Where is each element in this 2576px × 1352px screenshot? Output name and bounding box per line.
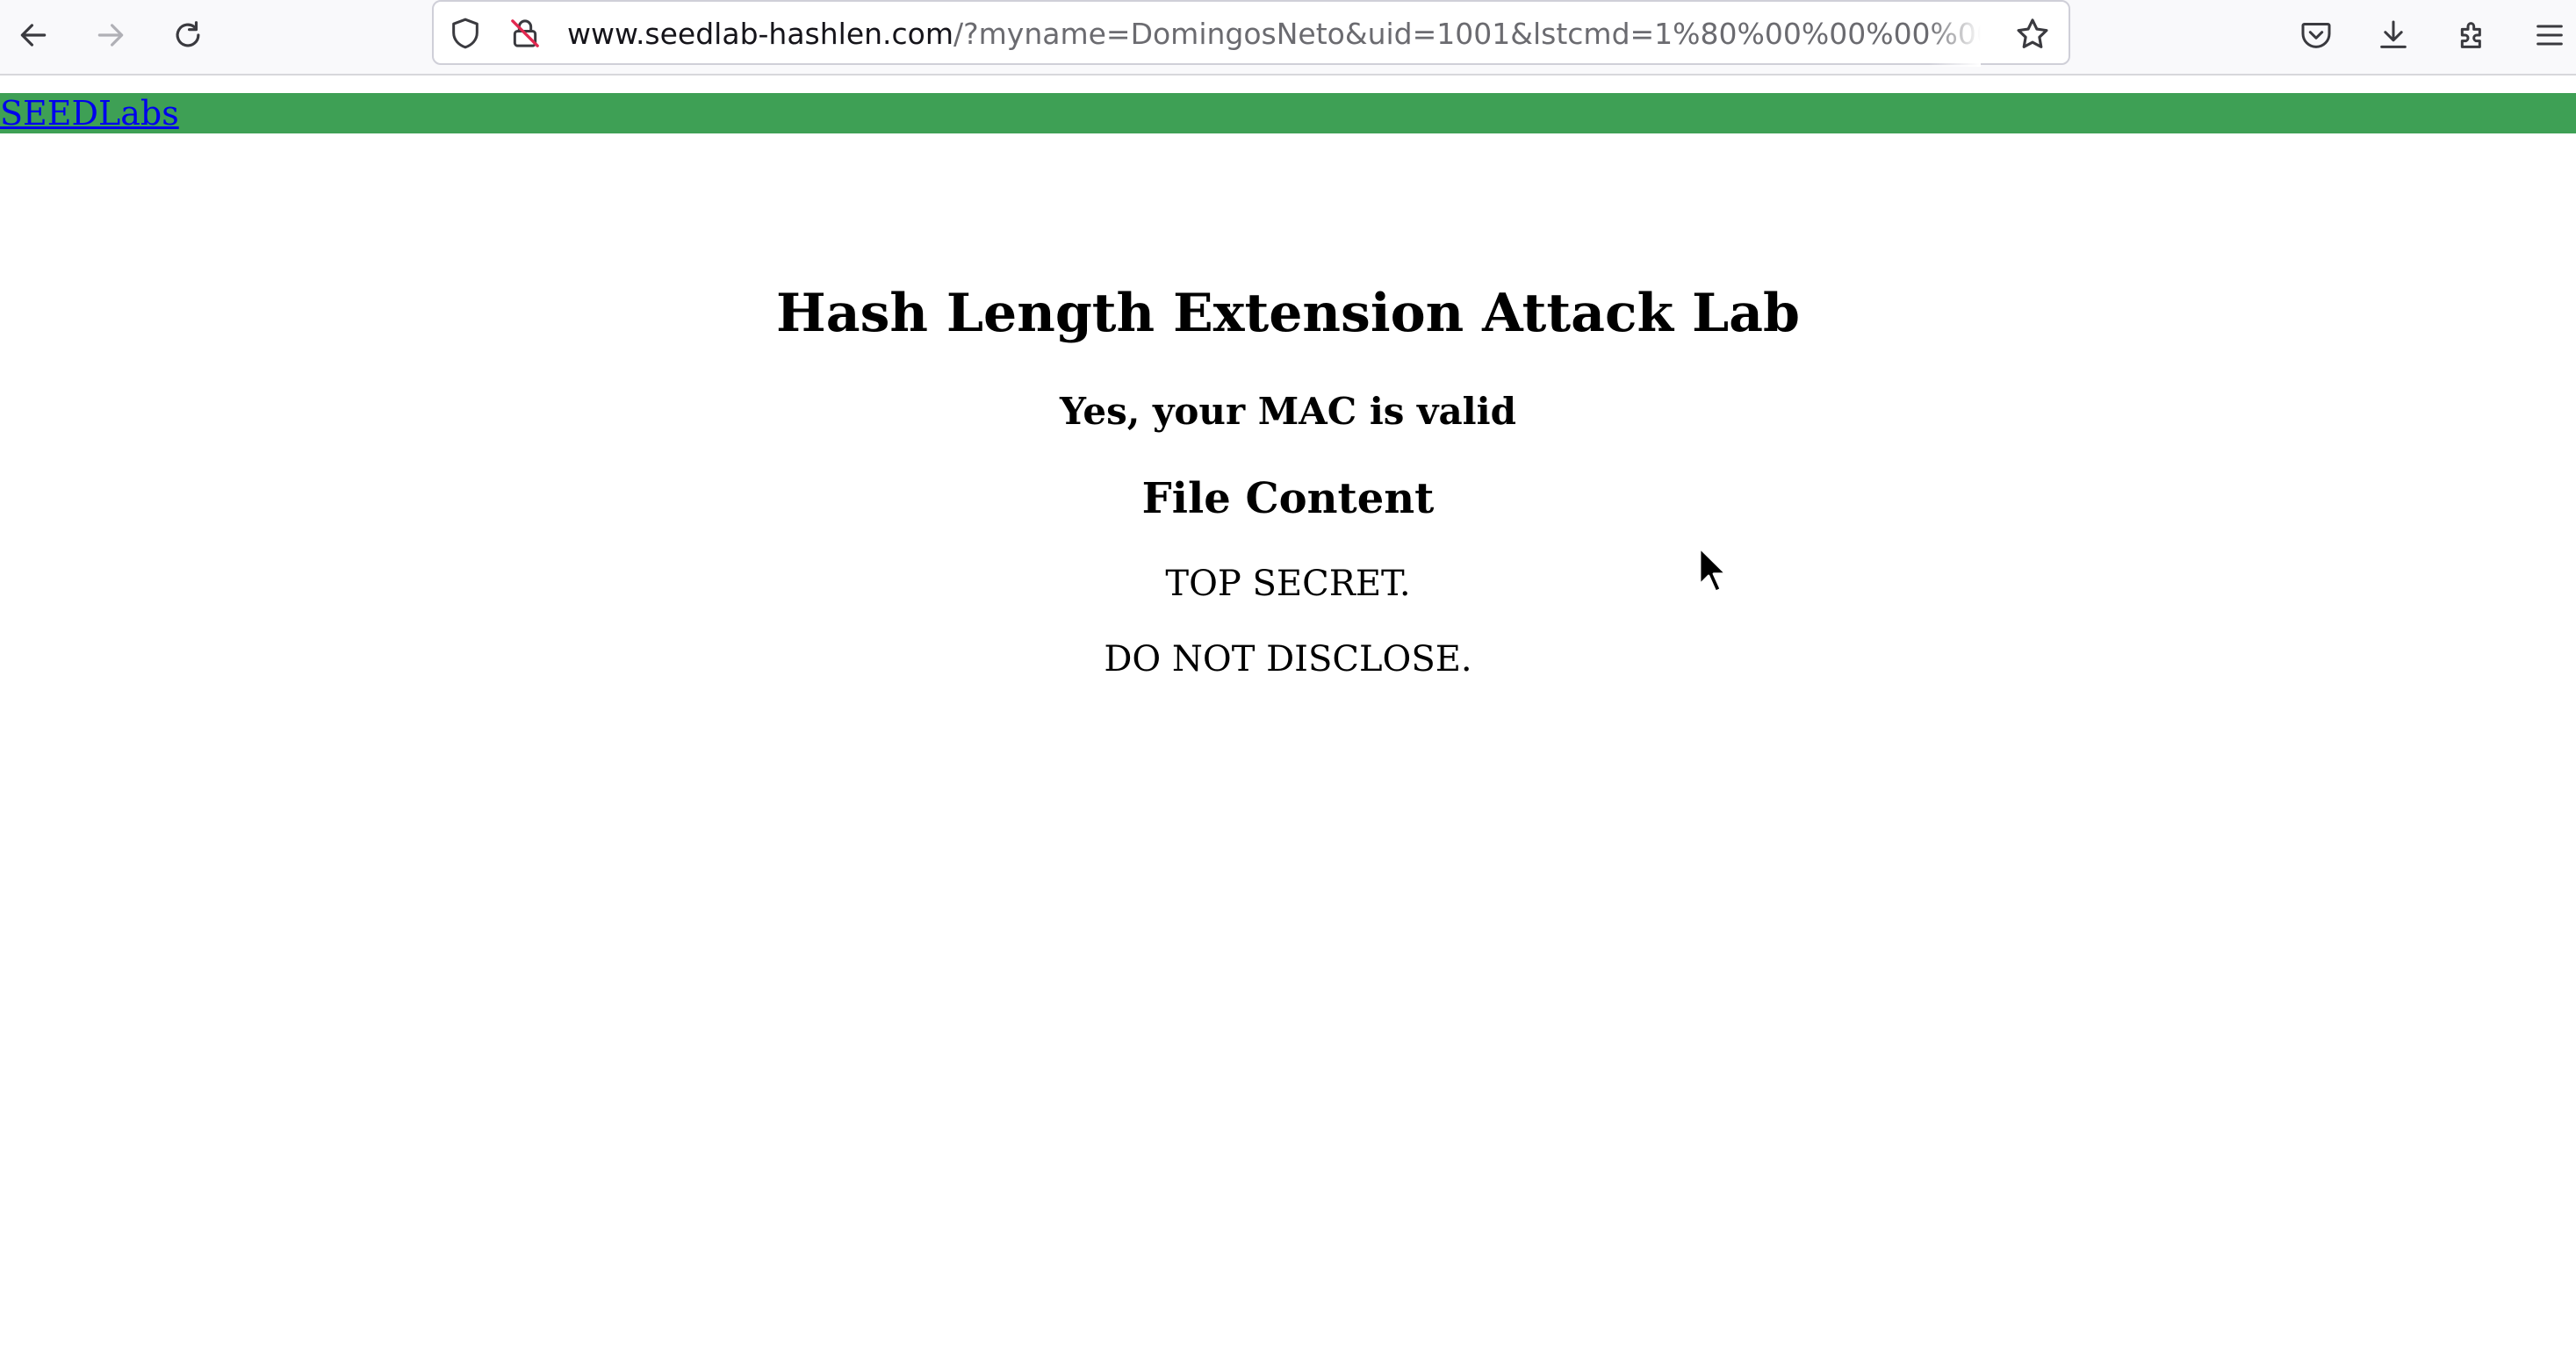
back-button[interactable]	[9, 12, 58, 61]
star-icon[interactable]	[2014, 16, 2051, 53]
puzzle-icon	[2455, 18, 2490, 56]
url-path: /?myname=DomingosNeto&uid=1001&lstcmd=1%…	[953, 17, 1981, 51]
arrow-right-icon	[94, 18, 127, 55]
page-title: Hash Length Extension Attack Lab	[776, 283, 1800, 344]
mac-status-message: Yes, your MAC is valid	[1060, 390, 1516, 433]
url-host: www.seedlab-hashlen.com	[567, 17, 954, 51]
insecure-lock-icon[interactable]	[507, 16, 543, 51]
pocket-button[interactable]	[2292, 12, 2341, 61]
app-menu-button[interactable]	[2525, 12, 2574, 61]
file-content-line: DO NOT DISCLOSE.	[1104, 639, 1472, 680]
address-bar[interactable]: www.seedlab-hashlen.com/?myname=Domingos…	[432, 0, 2070, 67]
browser-toolbar: www.seedlab-hashlen.com/?myname=Domingos…	[0, 0, 2576, 76]
extensions-button[interactable]	[2448, 12, 2497, 61]
mouse-cursor-icon	[1698, 546, 1730, 595]
file-content-line: TOP SECRET.	[1165, 564, 1411, 604]
reload-button[interactable]	[163, 12, 212, 61]
reload-icon	[171, 18, 205, 55]
file-content-heading: File Content	[1141, 474, 1435, 523]
download-icon	[2376, 18, 2411, 56]
downloads-button[interactable]	[2369, 12, 2418, 61]
forward-button[interactable]	[86, 12, 135, 61]
url-text[interactable]: www.seedlab-hashlen.com/?myname=Domingos…	[567, 2, 1981, 67]
pocket-icon	[2299, 18, 2334, 56]
hamburger-menu-icon	[2532, 18, 2567, 56]
seedlabs-home-link[interactable]: SEEDLabs	[0, 93, 179, 133]
site-header-bar: SEEDLabs	[0, 93, 2576, 133]
arrow-left-icon	[17, 18, 50, 55]
shield-icon[interactable]	[448, 16, 483, 51]
